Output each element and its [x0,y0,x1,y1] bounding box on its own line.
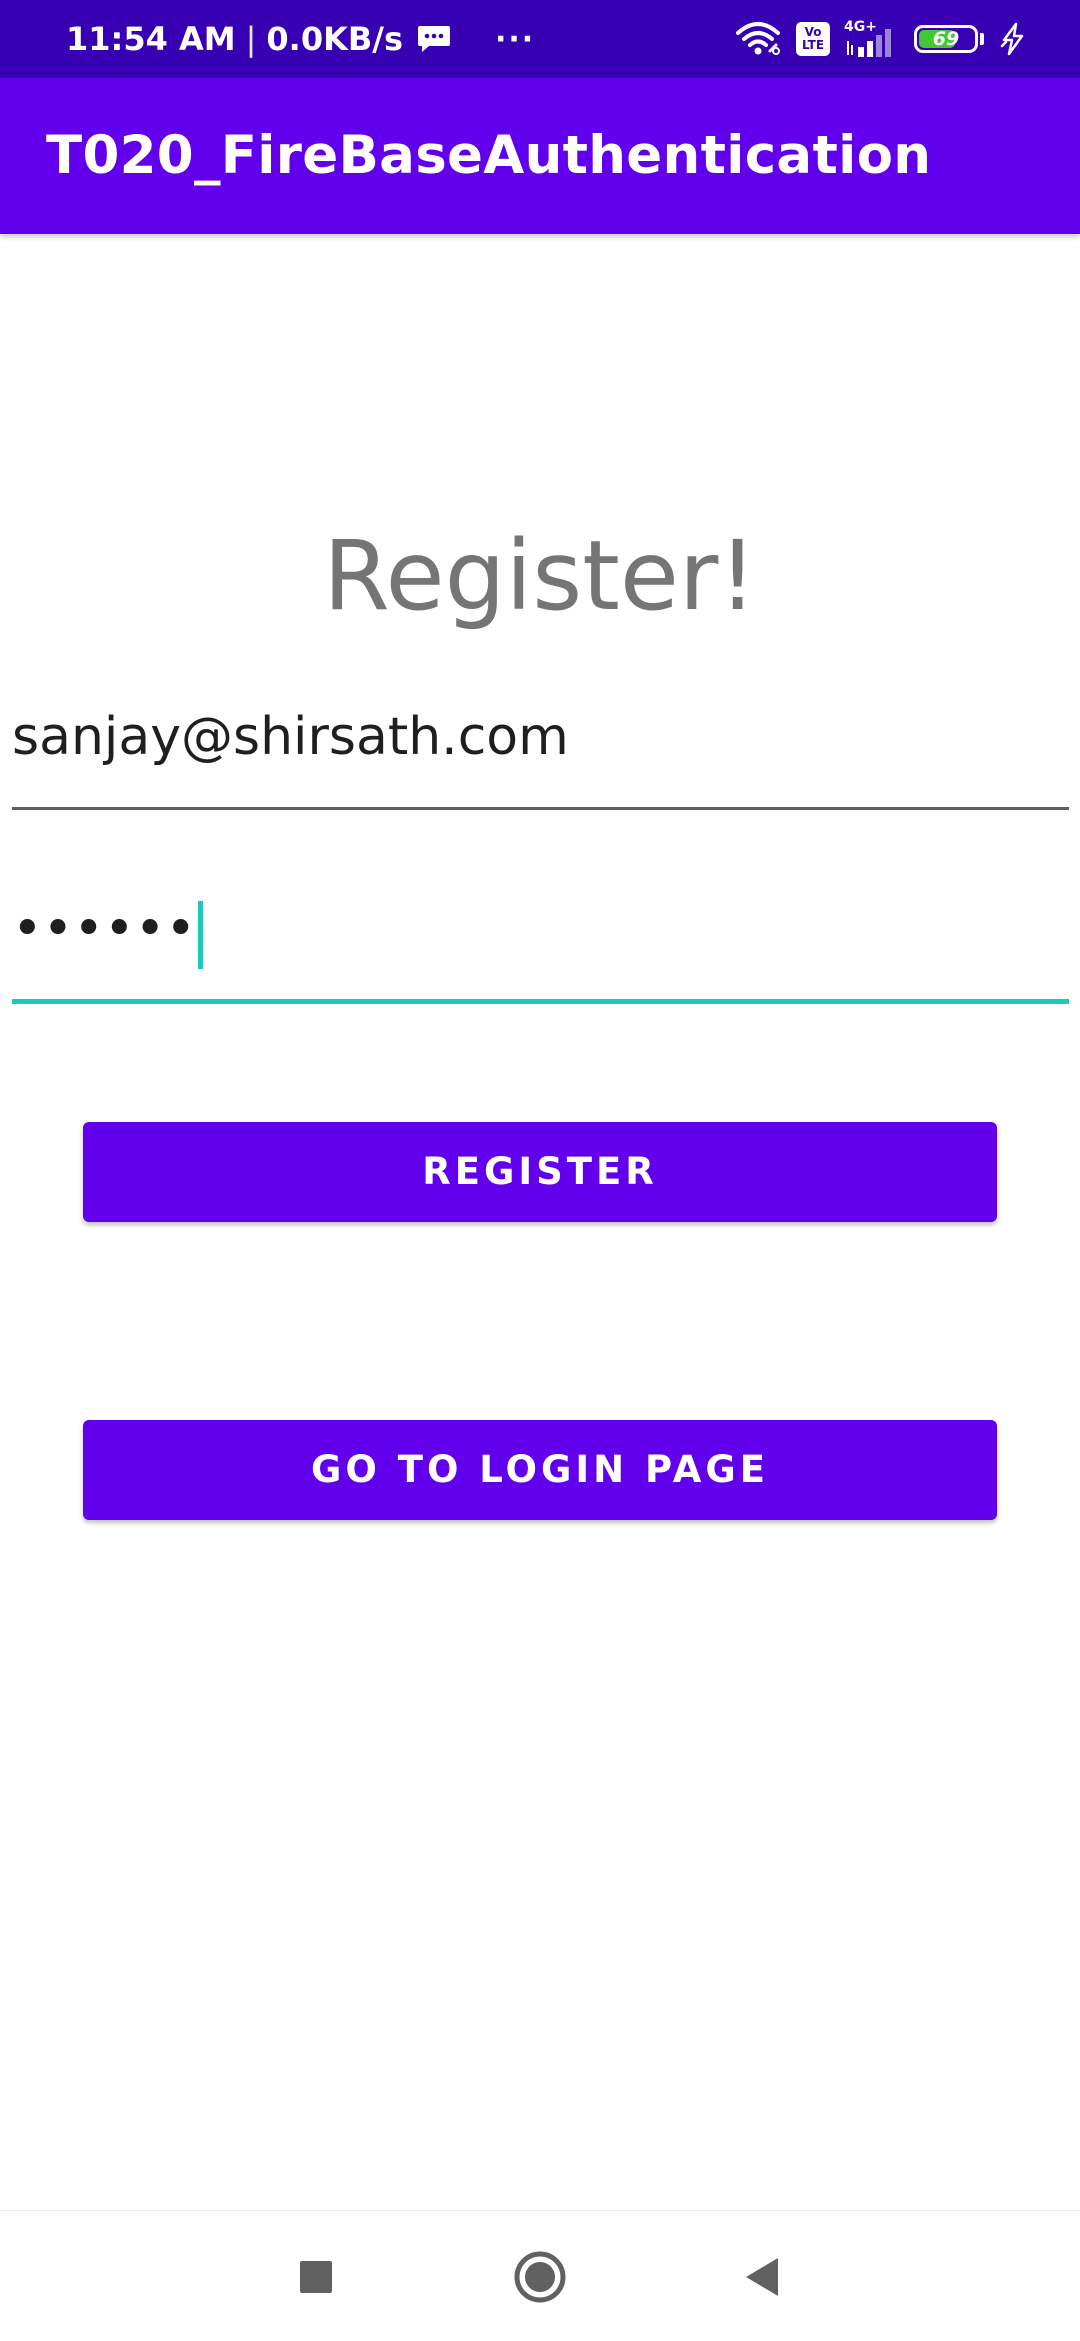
status-right: Vo LTE 4G+ 69 [734,0,1028,78]
app-bar: T020_FireBaseAuthentication [0,78,1080,234]
battery-tip [980,33,984,45]
wifi-icon [736,22,780,55]
recents-button[interactable] [286,2247,346,2307]
more-notifications-icon: ··· [495,21,536,57]
register-button[interactable]: REGISTER [83,1122,997,1222]
home-icon [514,2251,566,2303]
status-separator: | [245,20,257,58]
email-field[interactable]: sanjay@shirsath.com [12,690,1069,810]
clock: 11:54 AM [66,20,236,58]
charging-icon [1000,22,1024,56]
text-cursor [198,901,204,969]
status-left: 11:54 AM | 0.0KB/s ··· [66,0,535,78]
go-to-login-button[interactable]: GO TO LOGIN PAGE [83,1420,997,1520]
password-input-value[interactable]: •••••• [12,899,204,969]
password-masked-text: •••••• [12,899,197,959]
back-icon [746,2258,778,2296]
password-field[interactable]: •••••• [12,880,1069,1004]
page-heading: Register! [323,520,757,632]
back-button[interactable] [732,2247,792,2307]
app-title: T020_FireBaseAuthentication [46,125,932,186]
battery-icon: 69 [914,25,978,53]
volte-label-lte: LTE [801,38,825,52]
email-input-value[interactable]: sanjay@shirsath.com [12,707,569,767]
home-button[interactable] [510,2247,570,2307]
volte-icon: Vo LTE [796,22,830,56]
signal-icon: 4G+ [844,19,900,59]
status-bar: 11:54 AM | 0.0KB/s ··· Vo LTE 4G+ 69 [0,0,1080,78]
network-speed: 0.0KB/s [266,20,403,58]
navigation-bar [0,2210,1080,2341]
battery-level: 69 [932,28,960,50]
message-icon [418,26,450,52]
signal-bars [847,29,891,57]
recents-icon [300,2261,332,2293]
